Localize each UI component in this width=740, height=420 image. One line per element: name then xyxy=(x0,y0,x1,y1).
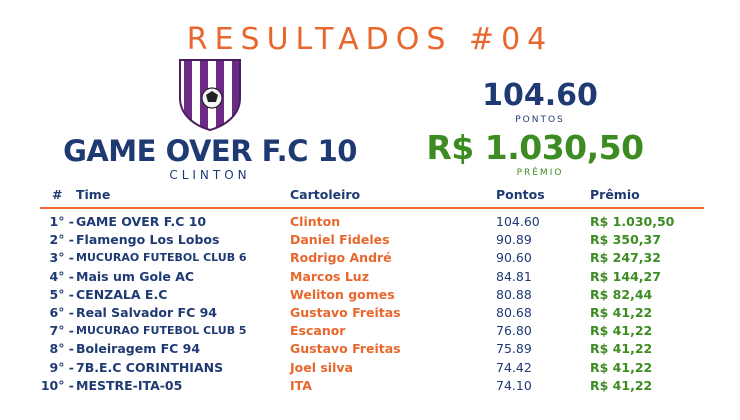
table-row: 10° - MESTRE-ITA-05 ITA 74.10 R$ 41,22 xyxy=(40,378,704,396)
table-row: 9° - 7B.E.C CORINTHIANS Joel silva 74.42… xyxy=(40,360,704,378)
row-points: 76.80 xyxy=(496,323,532,339)
table-row: 2° - Flamengo Los Lobos Daniel Fideles 9… xyxy=(40,232,704,250)
table-row: 6° - Real Salvador FC 94 Gustavo Freitas… xyxy=(40,305,704,323)
row-prize: R$ 41,22 xyxy=(590,304,653,320)
row-owner: Rodrigo André xyxy=(290,250,392,266)
results-table: # Time Cartoleiro Pontos Prêmio 1° - GAM… xyxy=(40,187,704,396)
row-team: Boleiragem FC 94 xyxy=(76,341,201,357)
winner-prize: R$ 1.030,50 xyxy=(426,128,644,167)
row-owner: Daniel Fideles xyxy=(290,232,390,248)
row-owner: Joel silva xyxy=(290,359,353,375)
row-owner: Escanor xyxy=(290,323,346,339)
winner-team-name: GAME OVER F.C 10 xyxy=(63,134,357,168)
table-row: 3° - MUCURAO FUTEBOL CLUB 6 Rodrigo Andr… xyxy=(40,250,704,268)
table-row: 7° - MUCURAO FUTEBOL CLUB 5 Escanor 76.8… xyxy=(40,323,704,341)
row-prize: R$ 144,27 xyxy=(590,268,661,284)
row-team: GAME OVER F.C 10 xyxy=(76,214,207,229)
table-row: 5° - CENZALA E.C Weliton gomes 80.88 R$ … xyxy=(40,287,704,305)
header-rank: # xyxy=(52,187,63,202)
row-points: 90.60 xyxy=(496,250,532,266)
row-team: MUCURAO FUTEBOL CLUB 5 xyxy=(76,324,247,338)
table-row: 1° - GAME OVER F.C 10 Clinton 104.60 R$ … xyxy=(40,214,704,232)
winner-points-label: PONTOS xyxy=(515,115,565,125)
row-prize: R$ 247,32 xyxy=(590,250,661,266)
row-points: 75.89 xyxy=(496,341,532,357)
row-rank: 1° - xyxy=(49,214,75,229)
row-team: MUCURAO FUTEBOL CLUB 6 xyxy=(76,251,247,265)
row-points: 90.89 xyxy=(496,232,532,248)
row-rank: 10° - xyxy=(40,377,74,393)
row-team: CENZALA E.C xyxy=(76,286,168,302)
table-row: 4° - Mais um Gole AC Marcos Luz 84.81 R$… xyxy=(40,269,704,287)
row-owner: ITA xyxy=(290,377,312,393)
row-points: 74.10 xyxy=(496,377,532,393)
row-rank: 2° - xyxy=(49,232,75,248)
header-team: Time xyxy=(76,187,111,202)
row-prize: R$ 41,22 xyxy=(590,323,653,339)
header-owner: Cartoleiro xyxy=(290,187,361,202)
row-points: 104.60 xyxy=(496,214,540,229)
row-points: 80.68 xyxy=(496,304,532,320)
row-prize: R$ 41,22 xyxy=(590,359,653,375)
row-points: 84.81 xyxy=(496,268,532,284)
table-header: # Time Cartoleiro Pontos Prêmio xyxy=(40,187,704,209)
row-rank: 6° - xyxy=(49,304,75,320)
page-title: RESULTADOS #04 xyxy=(186,22,554,57)
row-points: 80.88 xyxy=(496,286,532,302)
row-prize: R$ 41,22 xyxy=(590,377,653,393)
winner-owner-name: CLINTON xyxy=(169,168,251,182)
row-rank: 4° - xyxy=(49,268,75,284)
header-points: Pontos xyxy=(496,187,545,202)
row-points: 74.42 xyxy=(496,359,532,375)
row-team: Real Salvador FC 94 xyxy=(76,304,217,320)
row-rank: 3° - xyxy=(49,250,75,266)
row-owner: Weliton gomes xyxy=(290,286,395,302)
row-owner: Clinton xyxy=(290,214,341,229)
row-rank: 7° - xyxy=(49,323,75,339)
row-prize: R$ 350,37 xyxy=(590,232,661,248)
row-prize: R$ 82,44 xyxy=(590,286,653,302)
winner-points: 104.60 xyxy=(482,78,598,113)
row-owner: Gustavo Freitas xyxy=(290,341,401,357)
table-body: 1° - GAME OVER F.C 10 Clinton 104.60 R$ … xyxy=(40,214,704,396)
winner-prize-label: PRÊMIO xyxy=(516,168,564,178)
row-owner: Gustavo Freitas xyxy=(290,304,401,320)
row-prize: R$ 41,22 xyxy=(590,341,653,357)
row-team: Mais um Gole AC xyxy=(76,268,195,284)
team-shield-icon xyxy=(179,59,241,132)
row-rank: 8° - xyxy=(49,341,75,357)
row-rank: 9° - xyxy=(49,359,75,375)
row-prize: R$ 1.030,50 xyxy=(590,214,675,229)
row-team: MESTRE-ITA-05 xyxy=(76,377,183,393)
row-rank: 5° - xyxy=(49,286,75,302)
row-team: 7B.E.C CORINTHIANS xyxy=(76,359,224,375)
row-team: Flamengo Los Lobos xyxy=(76,232,220,248)
header-prize: Prêmio xyxy=(590,187,640,202)
row-owner: Marcos Luz xyxy=(290,268,369,284)
table-row: 8° - Boleiragem FC 94 Gustavo Freitas 75… xyxy=(40,341,704,359)
